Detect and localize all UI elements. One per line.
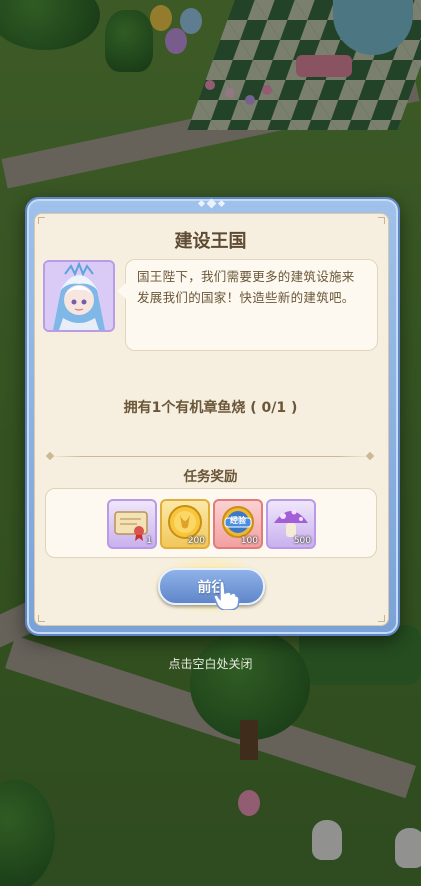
- flower: [262, 85, 272, 95]
- speech-bubble-tail: [117, 283, 126, 299]
- reward-count: 200: [187, 536, 205, 546]
- balloon: [238, 790, 260, 816]
- dialog-title: 建设王国: [174, 231, 247, 252]
- tap-to-close-hint[interactable]: 点击空白处关闭: [0, 655, 421, 672]
- reward-count: 500: [293, 536, 311, 546]
- advisor-message-line: 发展我们的国家！快造些新的建筑吧。: [137, 290, 355, 305]
- flower: [205, 80, 215, 90]
- reward-item[interactable]: 200: [160, 499, 210, 549]
- section-divider: [50, 456, 370, 457]
- pine-tree: [105, 10, 153, 72]
- reward-count: 100: [240, 536, 258, 546]
- task-requirement: 拥有1个有机章鱼烧 ( 0/1 ): [123, 400, 298, 416]
- advisor-message: 国王陛下，我们需要更多的建筑设施来 发展我们的国家！快造些新的建筑吧。: [137, 266, 369, 308]
- flower: [225, 88, 235, 98]
- balloon: [180, 8, 202, 34]
- pink-bench: [296, 55, 352, 77]
- flower: [245, 95, 255, 105]
- tree-trunk: [240, 720, 258, 760]
- reward-panel: [45, 488, 377, 558]
- bunny-statue: [395, 828, 421, 868]
- bunny-statue: [312, 820, 342, 860]
- reward-item[interactable]: 500: [266, 499, 316, 549]
- advisor-message-line: 国王陛下，我们需要更多的建筑设施来: [137, 269, 355, 284]
- reward-count: 1: [146, 536, 152, 546]
- balloon: [165, 28, 187, 54]
- reward-item[interactable]: 经验 100: [213, 499, 263, 549]
- advisor-avatar: [43, 260, 115, 332]
- balloon: [150, 5, 172, 31]
- reward-item[interactable]: 1: [107, 499, 157, 549]
- exp-badge-label: 经验: [230, 516, 246, 525]
- tap-hand-icon: [213, 580, 240, 610]
- frame-ornament: [192, 197, 230, 209]
- advisor-portrait-icon: [45, 262, 113, 330]
- reward-title: 任务奖励: [183, 469, 238, 485]
